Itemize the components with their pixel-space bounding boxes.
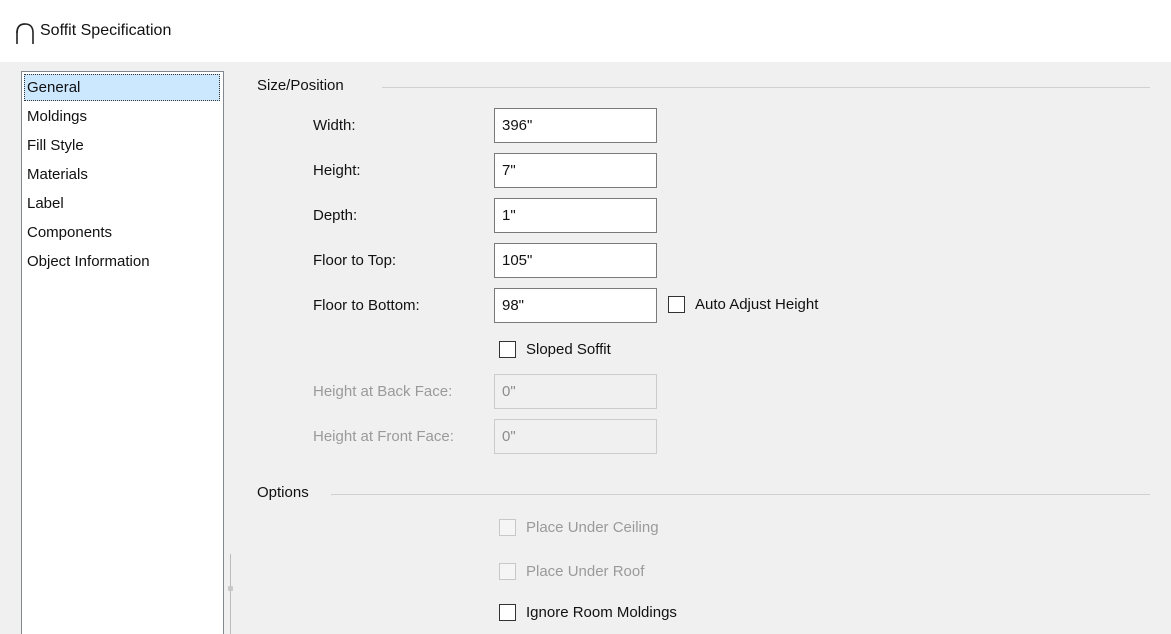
- floor-to-top-field[interactable]: [494, 243, 657, 278]
- sloped-soffit-label[interactable]: Sloped Soffit: [526, 341, 611, 358]
- height-front-face-label: Height at Front Face:: [313, 428, 454, 445]
- ignore-room-moldings-checkbox[interactable]: [499, 604, 516, 621]
- floor-to-bottom-label: Floor to Bottom:: [313, 297, 420, 314]
- height-label: Height:: [313, 162, 361, 179]
- depth-label: Depth:: [313, 207, 358, 224]
- sloped-soffit-checkbox[interactable]: [499, 341, 516, 358]
- floor-to-bottom-field[interactable]: [494, 288, 657, 323]
- width-field[interactable]: [494, 108, 657, 143]
- width-label: Width:: [313, 117, 356, 134]
- options-header: Options: [257, 484, 309, 501]
- auto-adjust-height-checkbox[interactable]: [668, 296, 685, 313]
- sidebar-item-general[interactable]: General: [24, 74, 220, 101]
- dialog-title: Soffit Specification: [40, 22, 172, 39]
- height-front-face-field: [494, 419, 657, 454]
- auto-adjust-height-label[interactable]: Auto Adjust Height: [695, 296, 818, 313]
- title-bar: Soffit Specification: [0, 0, 1171, 62]
- sidebar-item-moldings[interactable]: Moldings: [24, 103, 220, 130]
- place-under-ceiling-checkbox: [499, 519, 516, 536]
- place-under-roof-checkbox: [499, 563, 516, 580]
- sidebar-item-object-information[interactable]: Object Information: [24, 248, 220, 275]
- soffit-specification-dialog: Soffit Specification General Moldings Fi…: [0, 0, 1171, 634]
- sidebar-item-components[interactable]: Components: [24, 219, 220, 246]
- height-back-face-label: Height at Back Face:: [313, 383, 453, 400]
- panel-splitter[interactable]: [230, 554, 231, 634]
- depth-field[interactable]: [494, 198, 657, 233]
- height-field[interactable]: [494, 153, 657, 188]
- height-back-face-field: [494, 374, 657, 409]
- options-divider: [331, 494, 1150, 495]
- category-list[interactable]: General Moldings Fill Style Materials La…: [21, 71, 224, 634]
- sidebar-item-materials[interactable]: Materials: [24, 161, 220, 188]
- place-under-ceiling-label: Place Under Ceiling: [526, 519, 659, 536]
- size-position-header: Size/Position: [257, 77, 344, 94]
- place-under-roof-label: Place Under Roof: [526, 563, 645, 580]
- sidebar-item-label[interactable]: Label: [24, 190, 220, 217]
- floor-to-top-label: Floor to Top:: [313, 252, 397, 269]
- splitter-grip-icon[interactable]: [228, 586, 233, 591]
- soffit-arch-icon: [14, 21, 36, 45]
- size-position-divider: [382, 87, 1150, 88]
- sidebar-item-fill-style[interactable]: Fill Style: [24, 132, 220, 159]
- ignore-room-moldings-label[interactable]: Ignore Room Moldings: [526, 604, 677, 621]
